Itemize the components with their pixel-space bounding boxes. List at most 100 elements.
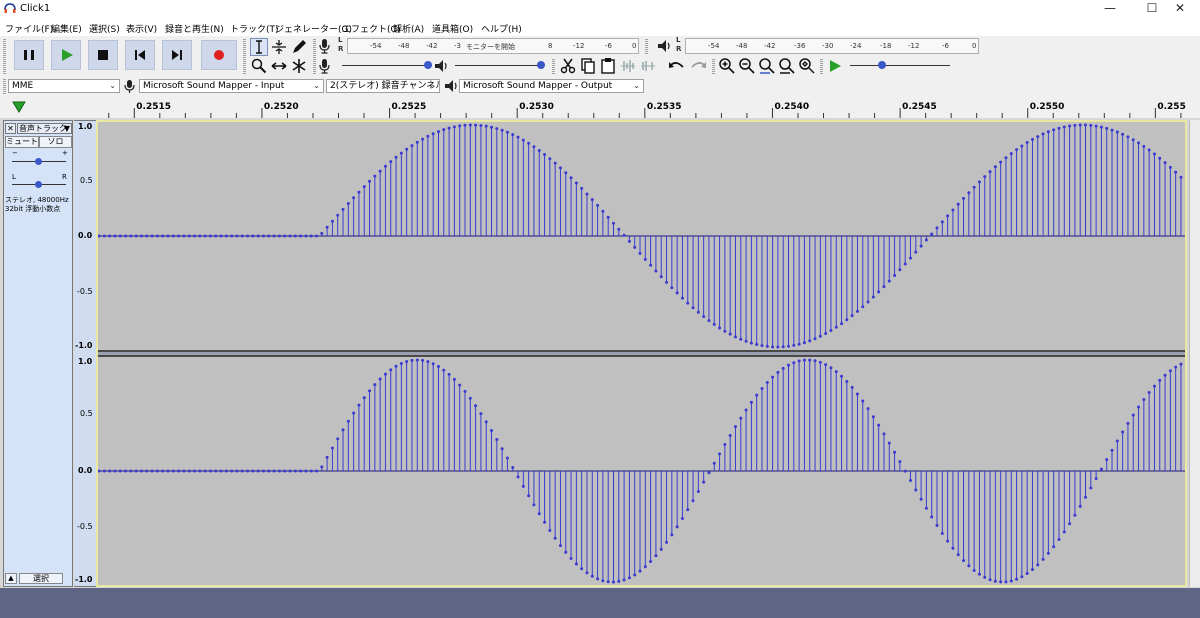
sample-point[interactable] — [368, 179, 372, 183]
sample-point[interactable] — [155, 234, 159, 238]
sample-point[interactable] — [845, 318, 849, 322]
time-shift-tool[interactable] — [270, 57, 288, 75]
fit-project-icon[interactable] — [778, 57, 796, 75]
sample-point[interactable] — [208, 234, 212, 238]
toolbar-grip[interactable] — [645, 38, 648, 54]
sample-point[interactable] — [718, 452, 722, 456]
sample-point[interactable] — [962, 196, 966, 200]
sample-point[interactable] — [193, 234, 197, 238]
collapse-track-button[interactable]: ▲ — [5, 573, 17, 584]
sample-point[interactable] — [956, 553, 960, 557]
sample-point[interactable] — [1137, 141, 1141, 145]
play-speed-slider[interactable] — [848, 59, 952, 73]
sample-point[interactable] — [760, 386, 764, 390]
sample-point[interactable] — [622, 233, 626, 237]
sample-point[interactable] — [421, 137, 425, 141]
sample-point[interactable] — [373, 383, 377, 387]
sample-point[interactable] — [802, 358, 806, 362]
sample-point[interactable] — [1084, 495, 1088, 499]
sample-point[interactable] — [479, 412, 483, 416]
sample-point[interactable] — [771, 375, 775, 379]
sample-point[interactable] — [946, 539, 950, 543]
sample-point[interactable] — [1099, 467, 1103, 471]
sample-point[interactable] — [596, 203, 600, 207]
slider-thumb[interactable] — [424, 61, 432, 69]
sample-point[interactable] — [230, 234, 234, 238]
sample-point[interactable] — [1073, 123, 1077, 127]
sample-point[interactable] — [330, 446, 334, 450]
sample-point[interactable] — [431, 132, 435, 136]
sample-point[interactable] — [733, 335, 737, 339]
zoom-out-icon[interactable] — [738, 57, 756, 75]
sample-point[interactable] — [118, 234, 122, 238]
sample-point[interactable] — [686, 508, 690, 512]
sample-point[interactable] — [203, 469, 207, 473]
sample-point[interactable] — [829, 329, 833, 333]
microphone-icon[interactable] — [318, 38, 332, 54]
sample-point[interactable] — [787, 363, 791, 367]
menu-transport[interactable]: 録音と再生(N) — [165, 22, 224, 35]
select-track-button[interactable]: 選択 — [19, 573, 63, 584]
sample-point[interactable] — [224, 234, 228, 238]
sample-point[interactable] — [113, 234, 117, 238]
multi-tool[interactable] — [290, 57, 308, 75]
sample-point[interactable] — [421, 358, 425, 362]
sample-point[interactable] — [840, 322, 844, 326]
sample-point[interactable] — [914, 250, 918, 254]
sample-point[interactable] — [712, 461, 716, 465]
sample-point[interactable] — [940, 220, 944, 224]
host-select[interactable]: MME ⌄ — [8, 79, 120, 93]
sample-point[interactable] — [834, 370, 838, 374]
sample-point[interactable] — [1068, 522, 1072, 526]
pan-slider[interactable] — [12, 181, 66, 189]
sample-point[interactable] — [113, 469, 117, 473]
sample-point[interactable] — [1126, 421, 1130, 425]
sample-point[interactable] — [145, 234, 149, 238]
sample-point[interactable] — [383, 372, 387, 376]
menu-edit[interactable]: 編集(E) — [51, 22, 82, 35]
sample-point[interactable] — [744, 408, 748, 412]
sample-point[interactable] — [1174, 365, 1178, 369]
sample-point[interactable] — [299, 234, 303, 238]
sample-point[interactable] — [261, 469, 265, 473]
sample-point[interactable] — [665, 540, 669, 544]
speaker-icon[interactable] — [656, 38, 672, 54]
sample-point[interactable] — [1030, 568, 1034, 572]
sample-point[interactable] — [405, 360, 409, 364]
sample-point[interactable] — [728, 332, 732, 336]
sample-point[interactable] — [871, 295, 875, 299]
toolbar-grip[interactable] — [3, 78, 6, 94]
sample-point[interactable] — [378, 169, 382, 173]
sample-point[interactable] — [596, 577, 600, 581]
sample-point[interactable] — [908, 256, 912, 260]
sample-point[interactable] — [686, 301, 690, 305]
sample-point[interactable] — [346, 419, 350, 423]
sample-point[interactable] — [590, 198, 594, 202]
sample-point[interactable] — [654, 269, 658, 273]
sample-point[interactable] — [272, 469, 276, 473]
gain-slider[interactable] — [12, 158, 66, 166]
sample-point[interactable] — [1163, 373, 1167, 377]
sample-point[interactable] — [601, 209, 605, 213]
sample-point[interactable] — [155, 469, 159, 473]
sample-point[interactable] — [802, 341, 806, 345]
sample-point[interactable] — [771, 345, 775, 349]
sample-point[interactable] — [431, 362, 435, 366]
sample-point[interactable] — [463, 389, 467, 393]
sample-point[interactable] — [813, 359, 817, 363]
selection-tool[interactable] — [250, 38, 268, 56]
sample-point[interactable] — [808, 339, 812, 343]
toolbar-grip[interactable] — [552, 58, 555, 74]
record-volume-slider[interactable] — [340, 59, 432, 73]
sample-point[interactable] — [649, 263, 653, 267]
sample-point[interactable] — [1062, 125, 1066, 129]
sample-point[interactable] — [330, 219, 334, 223]
menu-view[interactable]: 表示(V) — [126, 22, 157, 35]
sample-point[interactable] — [1078, 504, 1082, 508]
sample-point[interactable] — [1089, 486, 1093, 490]
sample-point[interactable] — [325, 455, 329, 459]
sample-point[interactable] — [972, 185, 976, 189]
toolbar-grip[interactable] — [313, 38, 316, 74]
sample-point[interactable] — [1094, 477, 1098, 481]
envelope-tool[interactable] — [270, 38, 288, 56]
